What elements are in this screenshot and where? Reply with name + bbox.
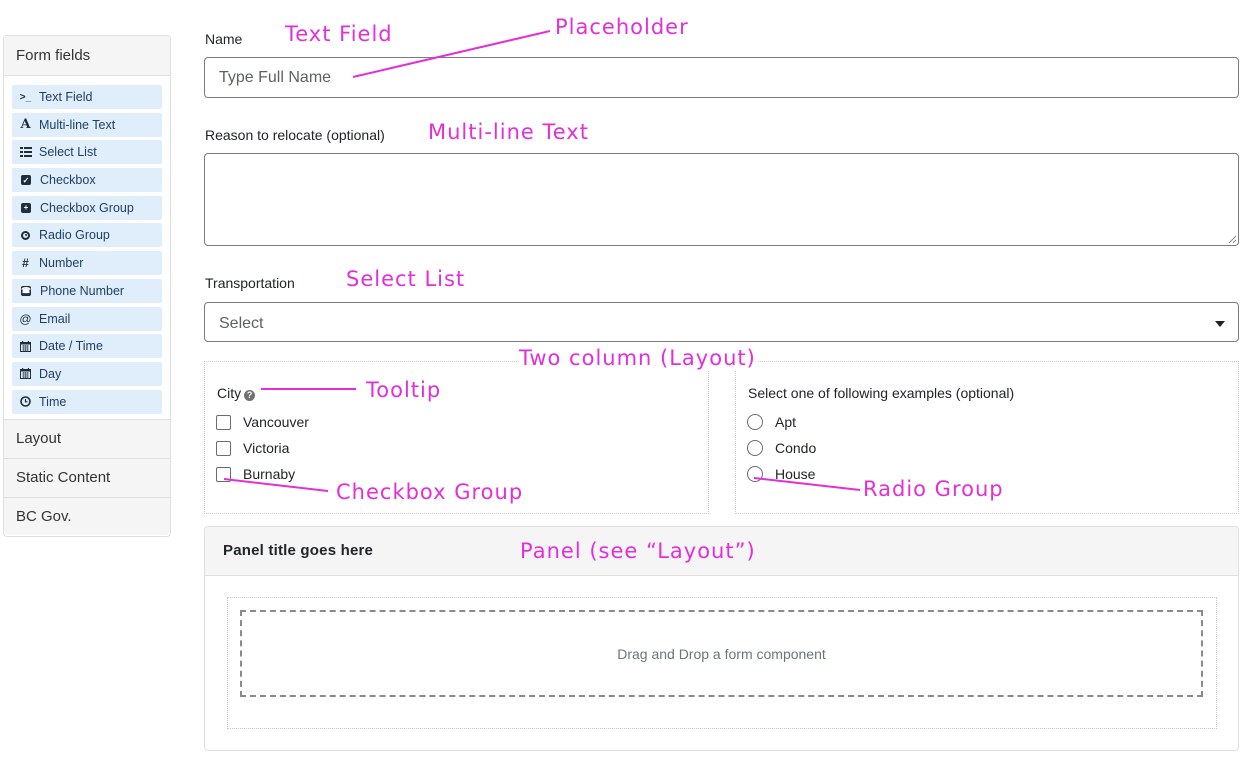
resize-handle-icon[interactable] xyxy=(1228,235,1236,243)
plus-square-icon: + xyxy=(21,202,31,213)
sidebar-item-label: Time xyxy=(39,394,67,409)
check-square-icon: ✓ xyxy=(21,175,31,186)
clock-icon xyxy=(18,396,33,407)
radio-option[interactable]: Apt xyxy=(747,414,796,430)
sidebar-item-label: Multi-line Text xyxy=(39,117,116,132)
radio-option-label: Apt xyxy=(775,414,797,430)
sidebar-component-list: >_ Text Field A Multi-line Text Select L… xyxy=(4,76,170,419)
checkbox-icon[interactable] xyxy=(216,414,231,430)
reason-label: Reason to relocate (optional) xyxy=(205,127,385,143)
radio-option[interactable]: House xyxy=(747,466,815,482)
sidebar-item-label: Checkbox xyxy=(40,173,96,188)
dot-circle-icon xyxy=(21,230,30,240)
checkbox-option[interactable]: Burnaby xyxy=(216,466,295,482)
checkbox-option-label: Vancouver xyxy=(243,414,309,430)
city-label: City? xyxy=(217,385,256,401)
sidebar-item-time[interactable]: Time xyxy=(12,389,162,414)
transportation-select[interactable]: Select xyxy=(204,302,1239,342)
sidebar-item-label: Phone Number xyxy=(40,283,125,298)
sidebar-item-label: Number xyxy=(39,256,84,271)
caret-down-icon xyxy=(1215,321,1225,327)
checkbox-option-label: Burnaby xyxy=(243,466,296,482)
reason-textarea[interactable] xyxy=(204,153,1239,246)
list-icon xyxy=(18,147,33,158)
hashtag-icon: # xyxy=(22,256,29,271)
sidebar-item-phone-number[interactable]: ☎ Phone Number xyxy=(12,278,162,303)
examples-label: Select one of following examples (option… xyxy=(748,385,1015,401)
sidebar-item-select-list[interactable]: Select List xyxy=(12,140,162,165)
at-icon: @ xyxy=(19,311,32,326)
phone-square-icon: ☎ xyxy=(21,285,31,296)
sidebar-item-label: Checkbox Group xyxy=(40,200,134,215)
name-input-wrapper xyxy=(204,57,1239,98)
sidebar-item-checkbox-group[interactable]: + Checkbox Group xyxy=(12,195,162,220)
sidebar-title[interactable]: Form fields xyxy=(4,36,170,76)
sidebar-item-label: Email xyxy=(39,311,71,326)
checkbox-option-label: Victoria xyxy=(243,440,290,456)
transportation-label: Transportation xyxy=(205,275,295,291)
sidebar-item-label: Select List xyxy=(39,145,97,160)
panel-title: Panel title goes here xyxy=(223,542,374,559)
sidebar-item-email[interactable]: @ Email xyxy=(12,306,162,331)
sidebar-item-date-time[interactable]: Date / Time xyxy=(12,334,162,359)
sidebar-item-multi-line-text[interactable]: A Multi-line Text xyxy=(12,112,162,137)
annotation-radio-group: Radio Group xyxy=(863,477,1004,501)
sidebar-item-text-field[interactable]: >_ Text Field xyxy=(12,85,162,109)
sidebar-item-label: Radio Group xyxy=(39,228,110,243)
checkbox-icon[interactable] xyxy=(216,440,231,456)
sidebar-item-label: Day xyxy=(39,366,62,381)
radio-icon[interactable] xyxy=(747,440,763,456)
panel-body: Drag and Drop a form component xyxy=(227,597,1217,729)
sidebar-section-static-content[interactable]: Static Content xyxy=(4,458,170,498)
drop-zone[interactable]: Drag and Drop a form component xyxy=(240,610,1203,697)
annotation-placeholder: Placeholder xyxy=(555,15,689,39)
radio-option[interactable]: Condo xyxy=(747,440,816,456)
sidebar-item-label: Text Field xyxy=(39,90,93,104)
calendar-icon xyxy=(18,368,33,380)
annotation-select-list: Select List xyxy=(346,267,466,291)
sidebar-section-bc-gov[interactable]: BC Gov. xyxy=(4,497,170,536)
radio-icon[interactable] xyxy=(747,466,763,482)
sidebar-item-day[interactable]: Day xyxy=(12,361,162,386)
sidebar-item-checkbox[interactable]: ✓ Checkbox xyxy=(12,168,162,193)
annotation-tooltip: Tooltip xyxy=(366,378,442,402)
checkbox-option[interactable]: Victoria xyxy=(216,440,289,456)
checkbox-icon[interactable] xyxy=(216,466,231,482)
sidebar-section-layout[interactable]: Layout xyxy=(4,419,170,459)
radio-option-label: House xyxy=(775,466,816,482)
annotation-checkbox-group: Checkbox Group xyxy=(336,480,524,504)
terminal-icon: >_ xyxy=(19,91,32,103)
name-label: Name xyxy=(205,31,243,47)
form-fields-sidebar: Form fields >_ Text Field A Multi-line T… xyxy=(3,35,171,537)
annotation-two-column: Two column (Layout) xyxy=(517,346,758,370)
checkbox-option[interactable]: Vancouver xyxy=(216,414,309,430)
annotation-multi-line-text: Multi-line Text xyxy=(428,120,589,144)
sidebar-item-label: Date / Time xyxy=(39,339,103,354)
drop-zone-text: Drag and Drop a form component xyxy=(617,645,826,662)
calendar-icon xyxy=(18,340,33,352)
transportation-selected-value: Select xyxy=(219,315,264,332)
sidebar-item-number[interactable]: # Number xyxy=(12,251,162,276)
radio-option-label: Condo xyxy=(775,440,817,456)
annotation-panel: Panel (see “Layout”) xyxy=(520,539,756,563)
name-input[interactable] xyxy=(205,58,1238,97)
city-label-text: City xyxy=(217,385,242,401)
annotation-text-field: Text Field xyxy=(285,22,393,46)
font-icon: A xyxy=(20,117,31,133)
question-circle-icon[interactable]: ? xyxy=(244,389,256,401)
sidebar-item-radio-group[interactable]: Radio Group xyxy=(12,223,162,248)
radio-icon[interactable] xyxy=(747,414,763,430)
